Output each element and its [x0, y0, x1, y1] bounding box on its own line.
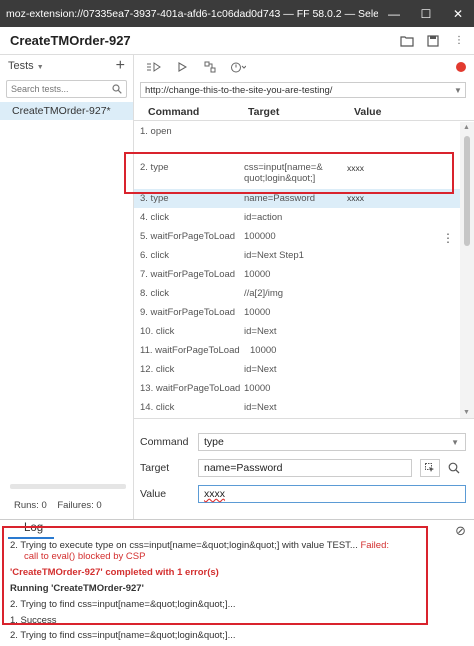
base-url-value: http://change-this-to-the-site-you-are-t…	[145, 84, 333, 96]
column-header-target: Target	[248, 105, 280, 118]
window-titlebar: moz-extension://07335ea7-3937-401a-afd6-…	[0, 0, 474, 27]
table-row[interactable]: 1. open	[134, 122, 460, 141]
table-row[interactable]: 6. click id=Next Step1	[134, 246, 460, 265]
find-target-icon[interactable]	[444, 459, 464, 477]
column-header-value: Value	[354, 105, 382, 118]
minimize-button[interactable]: —	[378, 0, 410, 27]
playback-toolbar	[134, 55, 474, 79]
base-url-field[interactable]: http://change-this-to-the-site-you-are-t…	[140, 82, 466, 98]
target-input[interactable]: name=Password	[198, 459, 412, 477]
open-folder-icon[interactable]	[396, 30, 418, 52]
row-menu-icon[interactable]: ⋮	[442, 231, 454, 245]
save-icon[interactable]	[422, 30, 444, 52]
app-header: CreateTMOrder-927 ⋮	[0, 27, 474, 55]
log-entry: 'CreateTMOrder-927' completed with 1 err…	[10, 567, 219, 578]
table-row[interactable]: 4. click id=action	[134, 208, 460, 227]
log-entry: 2. Trying to find css=input[name=&quot;l…	[10, 599, 236, 610]
search-icon	[112, 84, 122, 94]
sidebar: Tests ▼ + CreateTMOrder-927* Runs: 0 Fai…	[0, 55, 134, 519]
search-tests-box[interactable]	[6, 80, 127, 98]
run-stats: Runs: 0 Failures: 0	[0, 500, 134, 511]
table-row[interactable]: 13. waitForPageToLoad 10000	[134, 379, 460, 398]
run-test-icon[interactable]	[168, 57, 196, 77]
record-button[interactable]	[456, 62, 466, 72]
runs-count: Runs: 0	[14, 500, 47, 511]
test-item[interactable]: CreateTMOrder-927*	[0, 102, 133, 120]
speed-timer-icon[interactable]	[224, 57, 252, 77]
table-row[interactable]: 10. click id=Next	[134, 322, 460, 341]
clear-log-icon[interactable]: ⊘	[455, 523, 466, 539]
table-row[interactable]: 14. click id=Next	[134, 398, 460, 417]
table-row[interactable]: 7. waitForPageToLoad 10000	[134, 265, 460, 284]
table-row[interactable]: 5. waitForPageToLoad 100000 ⋮	[134, 227, 460, 246]
highlight-box	[124, 152, 454, 194]
log-entry: 2. Trying to find css=input[name=&quot;l…	[10, 630, 236, 641]
log-entry: 2. Trying to execute type on css=input[n…	[10, 540, 389, 551]
log-entry: 1. Success	[10, 615, 57, 626]
chevron-down-icon[interactable]: ▼	[451, 86, 465, 95]
log-panel: Log ⊘ 2. Trying to execute type on css=i…	[0, 519, 474, 646]
command-label: Command	[140, 436, 189, 448]
scrollbar-thumb[interactable]	[464, 136, 470, 246]
table-row[interactable]: 8. click//a[2]/img	[134, 284, 460, 303]
step-icon[interactable]	[196, 57, 224, 77]
chevron-down-icon: ▼	[36, 64, 44, 71]
more-menu-icon[interactable]: ⋮	[448, 30, 470, 52]
search-tests-input[interactable]	[11, 84, 112, 94]
maximize-button[interactable]: ☐	[410, 0, 442, 27]
commands-table-header: Command Target Value	[134, 103, 474, 121]
failures-count: Failures: 0	[57, 500, 102, 511]
value-input[interactable]: xxxx	[198, 485, 466, 503]
progress-bar	[10, 484, 126, 489]
add-test-button[interactable]: +	[116, 57, 125, 75]
log-entry-continuation: call to eval() blocked by CSP	[24, 551, 146, 562]
run-all-icon[interactable]	[140, 57, 168, 77]
value-label: Value	[140, 488, 167, 500]
command-editor: Command type ▼ Target name=Password Valu…	[134, 418, 474, 519]
table-row[interactable]: 9. waitForPageToLoad 10000	[134, 303, 460, 322]
table-scrollbar[interactable]: ▲ ▼	[460, 122, 474, 418]
close-window-button[interactable]: ✕	[442, 0, 474, 27]
table-row[interactable]: 11. waitForPageToLoad 10000	[134, 341, 460, 360]
log-entry: Running 'CreateTMOrder-927'	[10, 583, 144, 594]
chevron-down-icon: ▼	[451, 437, 459, 447]
scroll-down-icon[interactable]: ▼	[463, 409, 470, 416]
target-label: Target	[140, 462, 170, 474]
column-header-command: Command	[148, 105, 200, 118]
tests-dropdown[interactable]: Tests ▼	[8, 60, 116, 72]
project-name[interactable]: CreateTMOrder-927	[10, 33, 396, 48]
window-title: moz-extension://07335ea7-3937-401a-afd6-…	[6, 7, 378, 20]
select-target-icon[interactable]	[420, 459, 440, 477]
table-row[interactable]: 12. click id=Next	[134, 360, 460, 379]
command-select[interactable]: type ▼	[198, 433, 466, 451]
scroll-up-icon[interactable]: ▲	[463, 124, 470, 131]
